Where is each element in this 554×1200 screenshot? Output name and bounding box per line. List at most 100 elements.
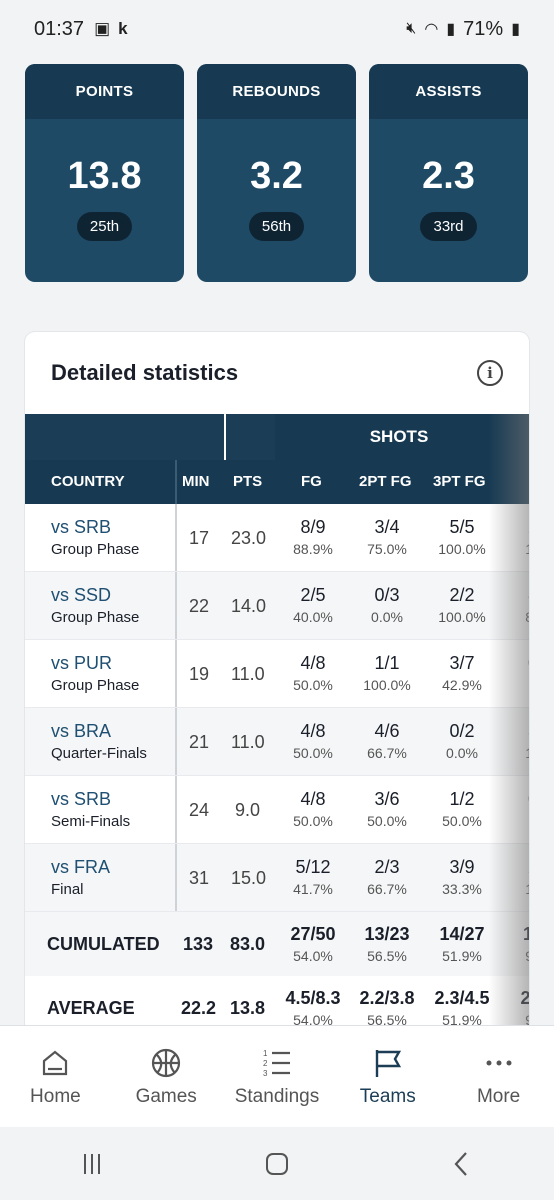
fg2-pct: 50.0% bbox=[367, 813, 407, 829]
fg-cell: 4.5/8.3 54.0% bbox=[275, 976, 351, 1028]
fg2-value: 3/4 bbox=[374, 517, 400, 537]
fg2-pct: 66.7% bbox=[367, 745, 407, 761]
battery-percent: 71% bbox=[463, 17, 504, 40]
fg2-value: 0/3 bbox=[374, 585, 400, 605]
opponent-link[interactable]: vs FRA bbox=[51, 857, 110, 878]
nav-teams[interactable]: Teams bbox=[332, 1026, 443, 1127]
back-icon[interactable] bbox=[447, 1149, 477, 1179]
stat-cards: POINTS 13.8 25th REBOUNDS 3.2 56th ASSIS… bbox=[25, 64, 529, 282]
stat-card-assists: ASSISTS 2.3 33rd bbox=[369, 64, 528, 282]
pts-value: 11.0 bbox=[231, 732, 265, 752]
min-value: 19 bbox=[189, 664, 210, 684]
fg2-pct: 0.0% bbox=[371, 609, 403, 625]
fg3-cell: 1/2 50.0% bbox=[424, 776, 500, 829]
fg3-pct: 100.0% bbox=[438, 609, 486, 625]
stat-card-rebounds: REBOUNDS 3.2 56th bbox=[197, 64, 356, 282]
fg3-pct: 33.3% bbox=[442, 881, 482, 897]
col-pts[interactable]: PTS bbox=[233, 473, 262, 490]
detailed-statistics-panel: Detailed statistics i SHOTS COUNTRY MIN … bbox=[25, 332, 529, 1032]
col-2pt-fg[interactable]: 2PT FG bbox=[359, 473, 412, 490]
statistics-table[interactable]: SHOTS COUNTRY MIN PTS FG 2PT FG 3PT FG v… bbox=[25, 414, 529, 1032]
fg2-cell: 4/6 66.7% bbox=[349, 708, 425, 761]
ft-value: 2 bbox=[495, 517, 529, 538]
col-min[interactable]: MIN bbox=[182, 473, 210, 490]
home-icon bbox=[43, 1050, 68, 1076]
nav-label: Teams bbox=[359, 1086, 416, 1107]
svg-text:3: 3 bbox=[263, 1069, 268, 1078]
nav-standings[interactable]: 123 Standings bbox=[222, 1026, 333, 1127]
flag-icon bbox=[375, 1050, 401, 1077]
recent-apps-icon[interactable] bbox=[77, 1149, 107, 1179]
phase: Final bbox=[51, 881, 84, 898]
fg-value: 8/9 bbox=[300, 517, 326, 537]
opponent-link[interactable]: vs SRB bbox=[51, 517, 111, 538]
cumulated-min: 133 bbox=[183, 934, 214, 954]
status-bar: 01:37 ▣ k 🔇︎ ◠ ▮ 71% ▮ bbox=[0, 0, 554, 58]
table-row: vs PUR Group Phase 19 11.0 4/8 50.0% 1/1 1… bbox=[25, 640, 529, 708]
fg-value: 4.5/8.3 bbox=[285, 988, 341, 1008]
fg2-pct: 66.7% bbox=[367, 881, 407, 897]
opponent-link[interactable]: vs PUR bbox=[51, 653, 112, 674]
ft-pct: 10 bbox=[495, 745, 529, 761]
fg-pct: 54.0% bbox=[293, 948, 333, 964]
k-app-icon: k bbox=[118, 19, 128, 38]
pts-value: 14.0 bbox=[231, 596, 267, 616]
home-button-icon[interactable] bbox=[262, 1149, 292, 1179]
status-time: 01:37 bbox=[34, 17, 85, 40]
info-icon[interactable]: i bbox=[477, 360, 503, 386]
ft-value: 15 bbox=[522, 924, 529, 944]
fg3-cell: 2/2 100.0% bbox=[424, 572, 500, 625]
fg-cell: 4/8 50.0% bbox=[275, 640, 351, 693]
ft-value: 3 bbox=[495, 721, 529, 742]
svg-text:2: 2 bbox=[263, 1059, 268, 1068]
mute-icon: 🔇︎ bbox=[406, 20, 417, 37]
average-min: 22.2 bbox=[181, 998, 217, 1018]
card-value: 2.3 bbox=[422, 155, 475, 197]
phase: Semi-Finals bbox=[51, 813, 131, 830]
fg2-cell: 2.2/3.8 56.5% bbox=[349, 976, 425, 1028]
fg-cell: 2/5 40.0% bbox=[275, 572, 351, 625]
column-divider bbox=[175, 708, 177, 775]
ft-cell: 888 bbox=[495, 572, 529, 625]
table-row: vs SRB Semi-Finals 24 9.0 4/8 50.0% 3/6 50… bbox=[25, 776, 529, 844]
fg2-value: 1/1 bbox=[374, 653, 400, 673]
pts-value: 11.0 bbox=[231, 664, 265, 684]
ft-cell: 1593 bbox=[495, 912, 529, 964]
opponent-link[interactable]: vs SSD bbox=[51, 585, 111, 606]
fg2-cell: 3/6 50.0% bbox=[349, 776, 425, 829]
nav-more[interactable]: More bbox=[443, 1026, 554, 1127]
nav-games[interactable]: Games bbox=[111, 1026, 222, 1127]
fg2-value: 13/23 bbox=[364, 924, 410, 944]
col-country[interactable]: COUNTRY bbox=[51, 473, 125, 490]
card-rank-badge: 25th bbox=[76, 212, 133, 241]
nav-label: Games bbox=[135, 1086, 197, 1107]
table-row: vs SSD Group Phase 22 14.0 2/5 40.0% 0/3 0… bbox=[25, 572, 529, 640]
ft-cell: 210 bbox=[495, 504, 529, 557]
fg3-value: 5/5 bbox=[449, 517, 475, 537]
nav-home[interactable]: Home bbox=[0, 1026, 111, 1127]
fg3-cell: 3/7 42.9% bbox=[424, 640, 500, 693]
ft-cell: 0 bbox=[495, 776, 529, 813]
col-3pt-fg[interactable]: 3PT FG bbox=[433, 473, 486, 490]
column-divider bbox=[175, 640, 177, 707]
fg-pct: 41.7% bbox=[293, 881, 333, 897]
card-label: POINTS bbox=[25, 64, 184, 119]
table-group-header: SHOTS bbox=[25, 414, 529, 460]
fg-value: 27/50 bbox=[290, 924, 336, 944]
fg3-pct: 100.0% bbox=[438, 541, 486, 557]
ft-value: 8 bbox=[495, 585, 529, 606]
opponent-link[interactable]: vs BRA bbox=[51, 721, 111, 742]
min-value: 24 bbox=[189, 800, 210, 820]
fg-value: 4/8 bbox=[300, 653, 326, 673]
shots-group-label: SHOTS bbox=[369, 427, 429, 446]
fg-pct: 50.0% bbox=[293, 813, 333, 829]
nav-label: Standings bbox=[234, 1086, 320, 1107]
fg3-cell: 3/9 33.3% bbox=[424, 844, 500, 897]
min-value: 31 bbox=[189, 868, 210, 888]
table-row: vs BRA Quarter-Finals 21 11.0 4/8 50.0% 4… bbox=[25, 708, 529, 776]
opponent-link[interactable]: vs SRB bbox=[51, 789, 111, 810]
ft-pct: 88 bbox=[495, 609, 529, 625]
col-fg[interactable]: FG bbox=[301, 473, 322, 490]
fg2-pct: 100.0% bbox=[363, 677, 411, 693]
ft-value: 0 bbox=[495, 653, 529, 674]
